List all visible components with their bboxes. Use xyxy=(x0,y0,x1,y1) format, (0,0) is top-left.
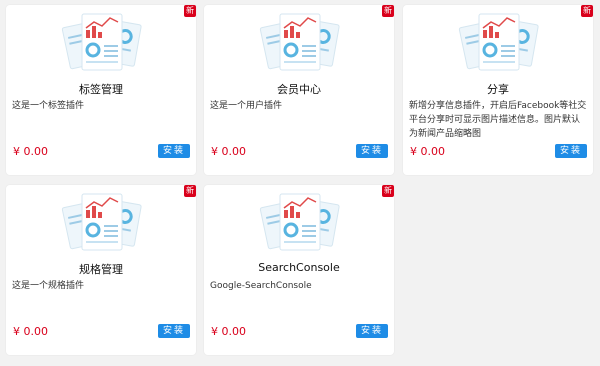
new-badge: 新 xyxy=(184,5,196,17)
plugin-title: 会员中心 xyxy=(277,83,321,96)
plugin-card-spec-management: 新 规格管理 这是一个规格插件 ¥ 0.00 安装 xyxy=(6,185,196,355)
report-documents-icon xyxy=(61,13,142,71)
new-badge: 新 xyxy=(382,185,394,197)
report-documents-icon xyxy=(458,13,539,71)
report-documents-icon xyxy=(259,193,340,251)
plugin-price: ¥ 0.00 xyxy=(211,145,246,158)
plugin-description: 这是一个规格插件 xyxy=(12,281,85,291)
install-button[interactable]: 安装 xyxy=(356,144,388,158)
plugin-card-share: 新 分享 新增分享信息插件，开启后Facebook等社交平台分享时可显示图片描述… xyxy=(403,5,593,175)
plugin-price: ¥ 0.00 xyxy=(13,145,48,158)
new-badge: 新 xyxy=(184,185,196,197)
plugin-card-searchconsole: 新 SearchConsole Google-SearchConsole ¥ 0… xyxy=(204,185,394,355)
plugin-price: ¥ 0.00 xyxy=(13,325,48,338)
install-button[interactable]: 安装 xyxy=(158,324,190,338)
report-documents-icon xyxy=(61,193,142,251)
install-button[interactable]: 安装 xyxy=(158,144,190,158)
plugin-title: 分享 xyxy=(487,83,509,96)
plugin-description: 这是一个标签插件 xyxy=(12,101,85,111)
plugin-description: Google-SearchConsole xyxy=(210,281,312,291)
plugin-title: 标签管理 xyxy=(79,83,123,96)
plugin-card-member-center: 新 会员中心 这是一个用户插件 ¥ 0.00 安装 xyxy=(204,5,394,175)
install-button[interactable]: 安装 xyxy=(555,144,587,158)
plugin-description: 这是一个用户插件 xyxy=(210,101,283,111)
plugin-price: ¥ 0.00 xyxy=(410,145,445,158)
plugin-title: 规格管理 xyxy=(79,263,123,276)
plugin-price: ¥ 0.00 xyxy=(211,325,246,338)
new-badge: 新 xyxy=(382,5,394,17)
new-badge: 新 xyxy=(581,5,593,17)
plugin-title: SearchConsole xyxy=(258,261,340,274)
report-documents-icon xyxy=(259,13,340,71)
plugin-card-tag-management: 新 标签管理 这是一个标签插件 ¥ 0.00 安装 xyxy=(6,5,196,175)
plugin-description: 新增分享信息插件，开启后Facebook等社交平台分享时可显示图片描述信息。图片… xyxy=(409,101,587,139)
install-button[interactable]: 安装 xyxy=(356,324,388,338)
